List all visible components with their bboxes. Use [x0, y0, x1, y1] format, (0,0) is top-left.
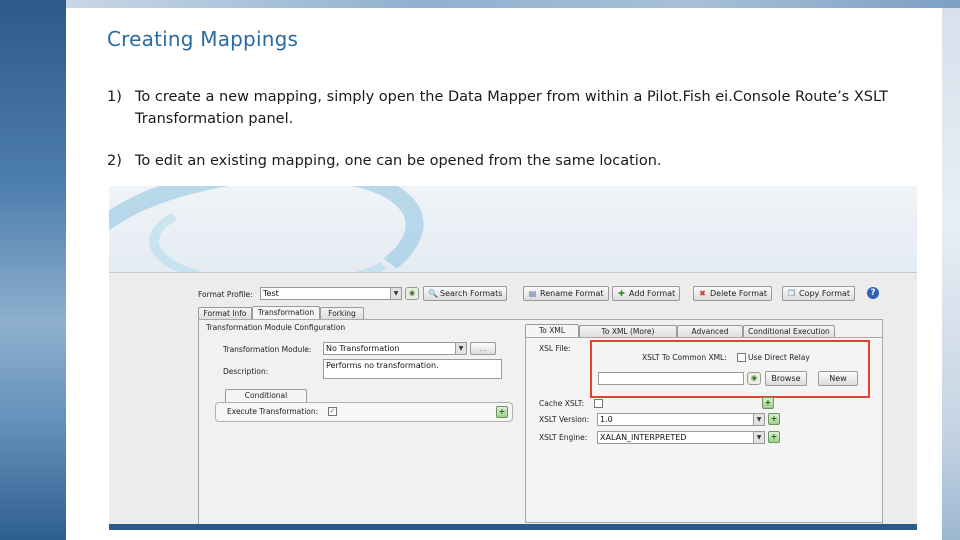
add-icon[interactable]: + — [768, 413, 780, 425]
plus-icon: ✚ — [618, 289, 625, 298]
add-icon[interactable]: + — [762, 397, 774, 409]
copy-format-button[interactable]: ❐ Copy Format — [782, 286, 856, 301]
slide-left-decoration — [0, 0, 66, 540]
tab-conditional-execution-left[interactable]: Conditional Execution — [225, 389, 307, 411]
screenshot-bottom-bar — [109, 524, 917, 530]
format-profile-select[interactable]: Test — [260, 287, 392, 300]
format-editor-window: Format Profile: Test ▼ ◉ 🔍 Search Formats… — [109, 272, 917, 525]
browse-button[interactable]: Browse — [765, 371, 807, 386]
transformation-module-select[interactable]: No Transformation — [323, 342, 457, 355]
embedded-screenshot: Format Profile: Test ▼ ◉ 🔍 Search Formats… — [109, 186, 917, 530]
module-more-button[interactable]: ... — [470, 342, 496, 355]
direct-relay-checkbox[interactable] — [737, 353, 746, 362]
tab-advanced[interactable]: Advanced — [677, 325, 743, 337]
chevron-down-icon[interactable]: ▼ — [753, 413, 765, 426]
step-2-text: To edit an existing mapping, one can be … — [135, 153, 662, 169]
tab-conditional-execution[interactable]: Conditional Execution — [743, 325, 835, 337]
view-icon[interactable]: ◉ — [405, 287, 419, 300]
chevron-down-icon[interactable]: ▼ — [390, 287, 402, 300]
xslt-version-select[interactable]: 1.0 — [597, 413, 755, 426]
step-1-text: To create a new mapping, simply open the… — [135, 89, 888, 105]
chevron-down-icon[interactable]: ▼ — [455, 342, 467, 355]
delete-icon: ✖ — [699, 289, 706, 298]
step-2: 2) To edit an existing mapping, one can b… — [107, 150, 662, 172]
cache-xslt-checkbox[interactable] — [594, 399, 603, 408]
step-2-number: 2) — [107, 153, 122, 169]
tab-format-info[interactable]: Format Info — [198, 307, 252, 319]
add-icon[interactable]: + — [768, 431, 780, 443]
rename-icon: ▤ — [528, 289, 537, 298]
rename-format-button[interactable]: ▤ Rename Format — [523, 286, 609, 301]
execute-transformation-label: Execute Transformation: — [227, 407, 319, 416]
description-field[interactable]: Performs no transformation. — [323, 359, 502, 379]
tab-to-xml-more[interactable]: To XML (More) — [579, 325, 677, 337]
new-button[interactable]: New — [818, 371, 858, 386]
view-icon[interactable]: ◉ — [747, 372, 761, 385]
module-config-title: Transformation Module Configuration — [206, 323, 346, 332]
xslt-engine-select[interactable]: XALAN_INTERPRETED — [597, 431, 755, 444]
slide-right-decoration — [942, 8, 960, 540]
step-1-text-cont: Transformation panel. — [135, 111, 294, 127]
tab-forking[interactable]: Forking — [320, 307, 364, 319]
chevron-down-icon[interactable]: ▼ — [753, 431, 765, 444]
slide-top-decoration — [66, 0, 960, 8]
cache-xslt-label: Cache XSLT: — [539, 399, 585, 408]
direct-relay-label: Use Direct Relay — [748, 353, 810, 362]
add-format-button[interactable]: ✚ Add Format — [612, 286, 681, 301]
copy-icon: ❐ — [787, 289, 796, 298]
help-icon[interactable]: ? — [867, 287, 879, 299]
search-formats-button[interactable]: 🔍 Search Formats — [423, 286, 508, 301]
step-1: 1) To create a new mapping, simply open t… — [107, 86, 907, 130]
execute-transformation-checkbox[interactable]: ✓ — [328, 407, 337, 416]
xslt-engine-label: XSLT Engine: — [539, 433, 588, 442]
tab-to-xml[interactable]: To XML — [525, 324, 579, 337]
description-label: Description: — [223, 367, 269, 376]
screenshot-background — [109, 186, 917, 347]
xslt-common-label: XSLT To Common XML: — [642, 353, 727, 362]
xslt-version-label: XSLT Version: — [539, 415, 590, 424]
xsl-file-label: XSL File: — [539, 344, 571, 353]
transformation-module-label: Transformation Module: — [223, 345, 312, 354]
delete-format-button[interactable]: ✖ Delete Format — [693, 286, 773, 301]
step-1-number: 1) — [107, 89, 122, 105]
xsl-file-input[interactable] — [598, 372, 744, 385]
search-icon: 🔍 — [428, 289, 438, 298]
add-icon[interactable]: + — [496, 406, 508, 418]
xsl-file-highlight — [590, 340, 870, 398]
tab-transformation[interactable]: Transformation — [252, 306, 320, 319]
slide-title: Creating Mappings — [107, 27, 299, 51]
format-profile-label: Format Profile: — [198, 290, 253, 299]
